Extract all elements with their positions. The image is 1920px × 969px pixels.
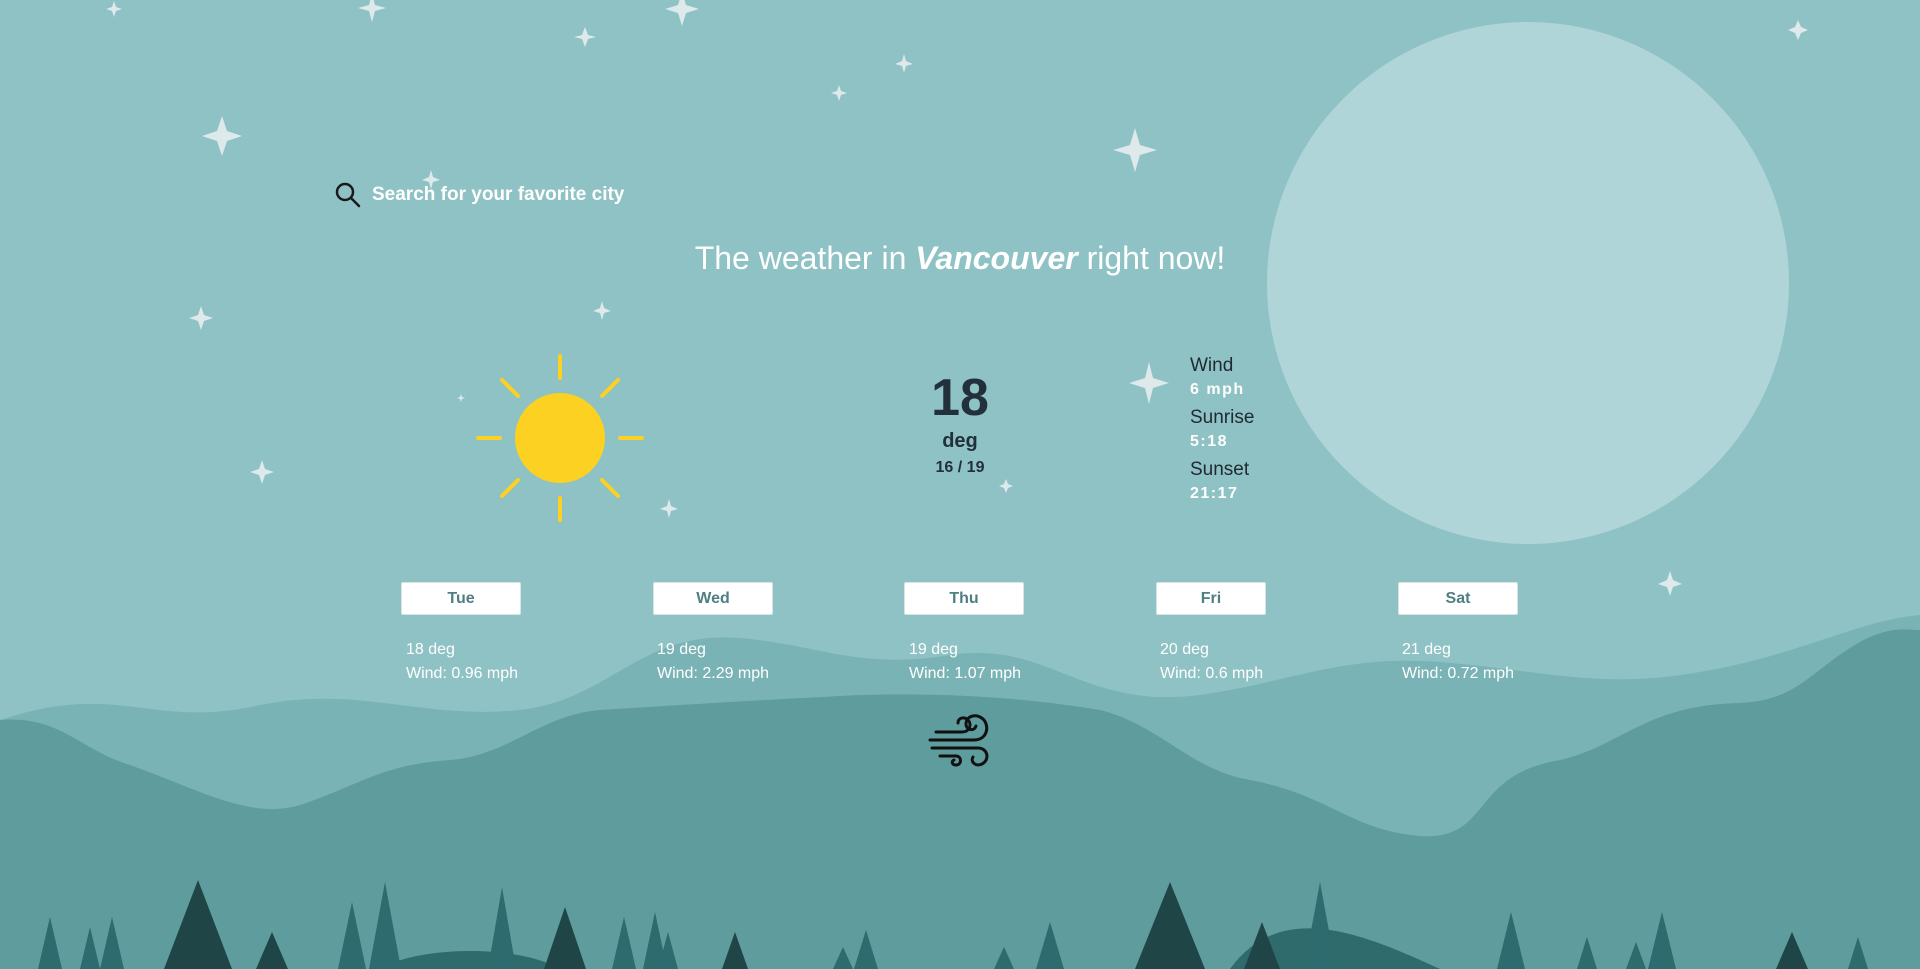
sunset-label: Sunset [1190,459,1250,480]
wind-label: Wind [1190,355,1234,376]
forecast-wind: Wind: 2.29 mph [657,665,770,682]
day-tab-fri[interactable]: Fri [1156,582,1266,615]
day-tab-tue[interactable]: Tue [401,582,521,615]
current-temperature: 18 deg 16 / 19 [920,372,1000,477]
star [106,1,122,17]
forecast-temp: 18 deg [406,641,455,658]
forecast-wind: Wind: 1.07 mph [909,665,1022,682]
star [593,301,611,320]
star [831,85,847,101]
forecast-thu: 19 deg Wind: 1.07 mph [909,638,1021,686]
star [457,394,465,402]
sunset-value: 21:17 [1190,485,1239,502]
sunrise-label: Sunrise [1190,407,1255,428]
page-title: The weather in Vancouver right now! [560,240,1360,277]
forecast-temp: 19 deg [909,641,958,658]
title-prefix: The weather in [694,240,916,276]
star [1129,362,1169,404]
forecast-tue: 18 deg Wind: 0.96 mph [406,638,518,686]
forecast-wind: Wind: 0.96 mph [406,665,519,682]
star [574,27,596,47]
sun-icon [476,354,644,522]
title-suffix: right now! [1077,240,1226,276]
day-tab-thu[interactable]: Thu [904,582,1024,615]
forecast-fri: 20 deg Wind: 0.6 mph [1160,638,1263,686]
star [895,54,913,73]
weather-details: Wind 6 mph Sunrise 5:18 Sunset 21:17 [1190,354,1254,510]
temperature-value: 18 [931,369,989,427]
search-icon[interactable] [334,181,362,209]
star [1658,571,1682,596]
star [189,306,213,330]
forecast-temp: 20 deg [1160,641,1209,658]
temperature-range: 16 / 19 [935,459,985,476]
star [1788,20,1808,40]
forecast-temp: 19 deg [657,641,706,658]
search-input[interactable] [372,184,732,206]
wind-value: 6 mph [1190,381,1245,398]
temperature-unit: deg [942,430,978,452]
star [660,499,678,518]
forecast-sat: 21 deg Wind: 0.72 mph [1402,638,1514,686]
day-tab-wed[interactable]: Wed [653,582,773,615]
star [665,0,699,26]
wind-icon [928,714,989,767]
city-name: Vancouver [915,240,1078,276]
sunrise-value: 5:18 [1190,433,1229,450]
day-tab-sat[interactable]: Sat [1398,582,1518,615]
star [358,0,386,22]
star [202,116,242,156]
star [999,479,1013,493]
star [1113,128,1157,172]
star [250,460,274,484]
forecast-wind: Wind: 0.6 mph [1160,665,1264,682]
forecast-wind: Wind: 0.72 mph [1402,665,1515,682]
forecast-temp: 21 deg [1402,641,1451,658]
forecast-wed: 19 deg Wind: 2.29 mph [657,638,769,686]
search-bar [334,178,754,212]
